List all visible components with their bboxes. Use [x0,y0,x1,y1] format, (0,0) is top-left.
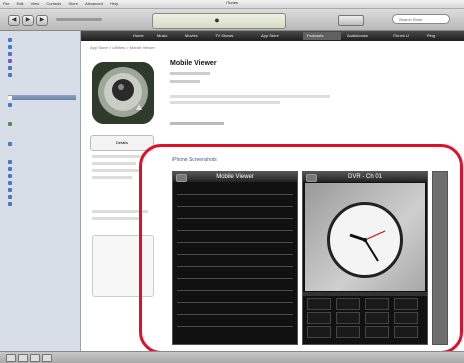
sidebar-item[interactable] [8,44,76,49]
volume-slider[interactable] [56,18,102,21]
movies-icon [8,44,12,49]
store-icon [8,95,12,100]
status-bar [0,351,464,363]
developer-link[interactable] [170,72,210,75]
details-button[interactable]: Details [90,135,154,151]
genius-icon [8,141,12,146]
details-line [92,155,142,158]
sidebar-item[interactable] [8,102,76,107]
category-text [170,80,200,83]
app-icon [92,62,154,124]
store-tab-tv-shows[interactable]: TV Shows [215,33,233,38]
menu-file[interactable]: File [0,0,12,6]
add-playlist-button[interactable] [6,354,16,362]
radio-icon [8,72,12,77]
details-line [92,162,136,165]
sidebar [0,31,81,351]
store-tab-itunes-u[interactable]: iTunes U [393,33,409,38]
toolbar: ◀ ▶ ▶ ● Search Store [0,9,464,31]
sidebar-item[interactable] [8,141,76,146]
apple-logo-icon: ● [214,15,220,25]
artwork-button[interactable] [42,354,52,362]
menu-advanced[interactable]: Advanced [82,0,106,6]
tv-icon [8,51,12,56]
next-track-button[interactable]: ▶ [36,15,48,26]
camera-dome-icon [92,62,154,124]
playlist-icon [8,166,12,171]
playlist-icon [8,159,12,164]
store-tab-app-store[interactable]: App Store [261,33,279,38]
repeat-button[interactable] [30,354,40,362]
window-title: iTunes [226,0,238,5]
playlist-icon [8,180,12,185]
sidebar-item[interactable] [8,72,76,77]
sidebar-item[interactable] [8,159,76,164]
store-tab-ping[interactable]: Ping [427,33,435,38]
playlist-icon [8,201,12,206]
sidebar-item[interactable] [8,180,76,185]
apps-icon [8,65,12,70]
app-title: Mobile Viewer [170,60,217,67]
sidebar-item[interactable] [8,121,76,126]
purchased-icon [8,102,12,107]
description-line [170,101,280,104]
sidebar-item[interactable] [8,65,76,70]
details-line [92,169,140,172]
store-tab-home[interactable]: Home [133,33,144,38]
store-nav-bar: Home Music Movies TV Shows App Store Pod… [81,31,464,41]
shuffle-button[interactable] [18,354,28,362]
sidebar-item[interactable] [8,201,76,206]
details-line [92,176,132,179]
play-button[interactable]: ▶ [22,15,34,26]
playlist-icon [8,187,12,192]
home-sharing-icon [8,121,12,126]
description-line [170,95,330,98]
sidebar-item[interactable] [8,194,76,199]
store-tab-podcasts[interactable]: Podcasts [307,33,323,38]
developer-website-link[interactable] [170,122,224,125]
menu-edit[interactable]: Edit [14,0,27,6]
search-input[interactable]: Search Store [392,14,450,24]
playlist-icon [8,194,12,199]
sidebar-item[interactable] [8,58,76,63]
rating-line [92,217,142,220]
menu-help[interactable]: Help [107,0,121,6]
sidebar-item[interactable] [8,37,76,42]
store-tab-audiobooks[interactable]: Audiobooks [347,33,368,38]
sidebar-item[interactable] [8,187,76,192]
previous-track-button[interactable]: ◀ [8,15,20,26]
store-tab-movies[interactable]: Movies [185,33,198,38]
highlight-circle [139,144,463,354]
menu-store[interactable]: Store [65,0,81,6]
podcasts-icon [8,58,12,63]
sidebar-item-itunes-store[interactable] [8,95,76,100]
playlist-icon [8,173,12,178]
sidebar-item[interactable] [8,51,76,56]
store-tab-music[interactable]: Music [157,33,167,38]
sidebar-item[interactable] [8,166,76,171]
view-buttons[interactable] [338,15,364,26]
breadcrumb[interactable]: App Store > Utilities > Mobile Viewer [90,45,155,50]
sidebar-item[interactable] [8,173,76,178]
menu-controls[interactable]: Controls [43,0,64,6]
music-icon [8,37,12,42]
menu-view[interactable]: View [28,0,43,6]
